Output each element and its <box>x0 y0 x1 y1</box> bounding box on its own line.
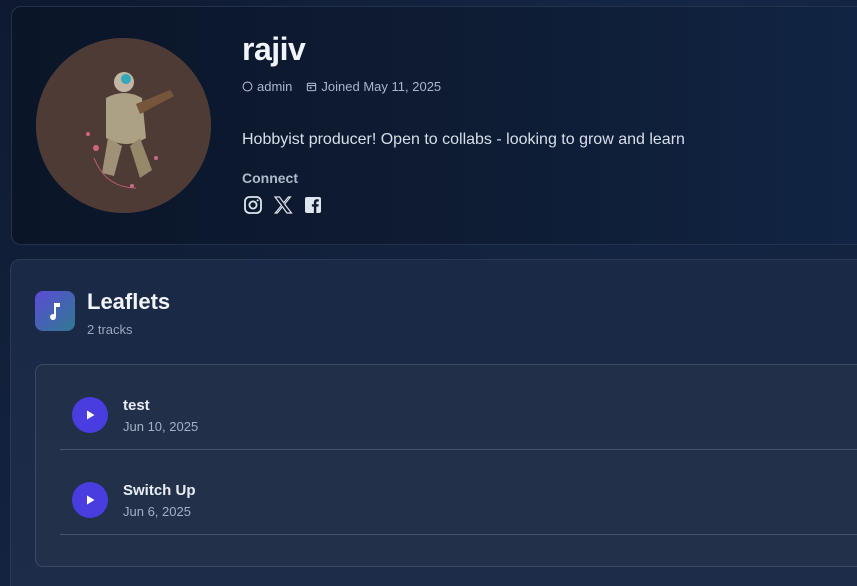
joined-date: Joined May 11, 2025 <box>321 79 442 94</box>
track-count: 2 tracks <box>87 322 133 337</box>
list-item[interactable]: test Jun 10, 2025 <box>60 365 857 450</box>
play-icon <box>87 410 95 420</box>
play-button[interactable] <box>72 482 108 518</box>
social-links <box>243 195 323 215</box>
music-note-icon <box>35 291 75 331</box>
x-icon[interactable] <box>273 195 293 215</box>
instagram-icon[interactable] <box>243 195 263 215</box>
role-info: admin <box>242 79 292 94</box>
connect-label: Connect <box>242 170 298 186</box>
list-item[interactable]: Switch Up Jun 6, 2025 <box>60 450 857 535</box>
facebook-icon[interactable] <box>303 195 323 215</box>
play-icon <box>87 495 95 505</box>
calendar-icon <box>307 82 317 92</box>
album-title: Leaflets <box>87 289 171 314</box>
avatar <box>36 38 211 213</box>
track-title[interactable]: test <box>123 397 150 414</box>
track-date: Jun 6, 2025 <box>123 504 191 519</box>
profile-username: rajiv <box>242 31 306 67</box>
track-date: Jun 10, 2025 <box>123 419 199 434</box>
profile-bio: Hobbyist producer! Open to collabs - loo… <box>242 131 685 148</box>
profile-card: rajiv admin Joined May 11, 2025 Hobbyist… <box>11 6 857 245</box>
role-label: admin <box>257 79 293 94</box>
track-list: test Jun 10, 2025 Switch Up Jun 6, 2025 <box>35 364 857 567</box>
play-button[interactable] <box>72 397 108 433</box>
track-title[interactable]: Switch Up <box>123 482 196 499</box>
profile-meta: admin Joined May 11, 2025 <box>242 79 441 94</box>
circle-icon <box>242 81 253 92</box>
joined-info: Joined May 11, 2025 <box>306 79 441 94</box>
album-card: Leaflets 2 tracks test Jun 10, 2025 Swit… <box>10 259 857 586</box>
